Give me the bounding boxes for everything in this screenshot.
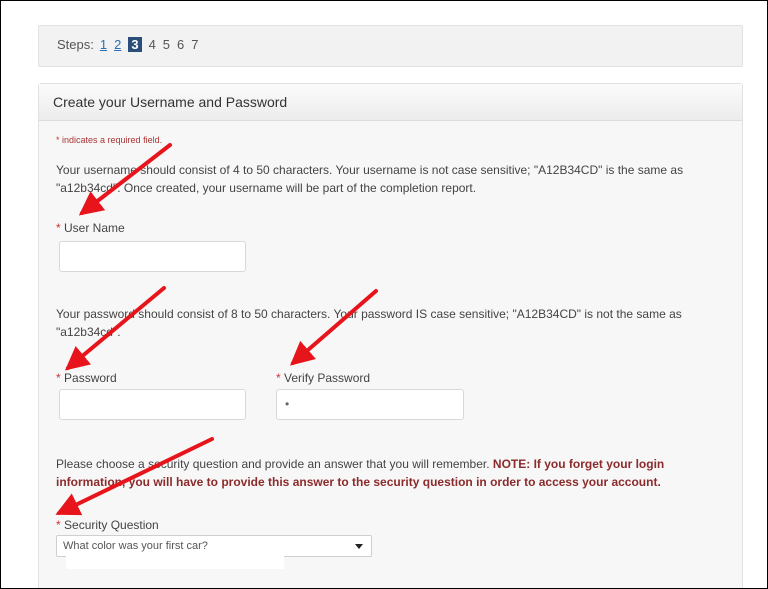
security-help-plain: Please choose a security question and pr…	[56, 457, 493, 471]
password-required-star: *	[56, 371, 61, 385]
chevron-down-icon	[355, 544, 363, 549]
account-panel: Create your Username and Password * indi…	[38, 83, 743, 588]
security-question-label-text: Security Question	[64, 518, 159, 532]
panel-title: Create your Username and Password	[53, 94, 288, 110]
verify-password-label: * Verify Password	[276, 371, 370, 385]
step-3-current: 3	[128, 37, 142, 52]
security-required-star: *	[56, 518, 61, 532]
required-note-text: indicates a required field.	[59, 135, 163, 145]
screenshot-frame: Steps: 1 2 3 4 5 6 7 Create your Usernam…	[0, 0, 768, 589]
password-label-text: Password	[64, 371, 117, 385]
security-help-text: Please choose a security question and pr…	[56, 455, 726, 491]
required-note: * indicates a required field.	[56, 135, 162, 145]
step-2-link[interactable]: 2	[114, 37, 121, 52]
step-4: 4	[148, 37, 156, 52]
step-6: 6	[177, 37, 185, 52]
username-help-text: Your username should consist of 4 to 50 …	[56, 163, 684, 195]
panel-body: * indicates a required field. Your usern…	[39, 121, 742, 588]
step-7: 7	[191, 37, 199, 52]
username-label-text: User Name	[64, 221, 125, 235]
panel-header: Create your Username and Password	[39, 84, 742, 121]
verify-password-input[interactable]: •	[276, 389, 464, 420]
steps-list: Steps: 1 2 3 4 5 6 7	[57, 37, 206, 52]
step-5: 5	[162, 37, 171, 52]
password-help-text: Your password should consist of 8 to 50 …	[56, 307, 682, 339]
step-1-link[interactable]: 1	[100, 37, 107, 52]
username-input[interactable]	[59, 241, 246, 272]
password-label: * Password	[56, 371, 117, 385]
redaction-box	[66, 555, 284, 569]
steps-label: Steps:	[57, 37, 94, 52]
username-label: * User Name	[56, 221, 125, 235]
username-required-star: *	[56, 221, 61, 235]
security-question-value: What color was your first car?	[63, 540, 208, 552]
verify-password-label-text: Verify Password	[284, 371, 371, 385]
steps-bar: Steps: 1 2 3 4 5 6 7	[38, 25, 743, 67]
password-input[interactable]	[59, 389, 246, 420]
security-question-label: * Security Question	[56, 518, 159, 532]
verify-required-star: *	[276, 371, 281, 385]
security-question-select[interactable]: What color was your first car?	[56, 535, 372, 557]
